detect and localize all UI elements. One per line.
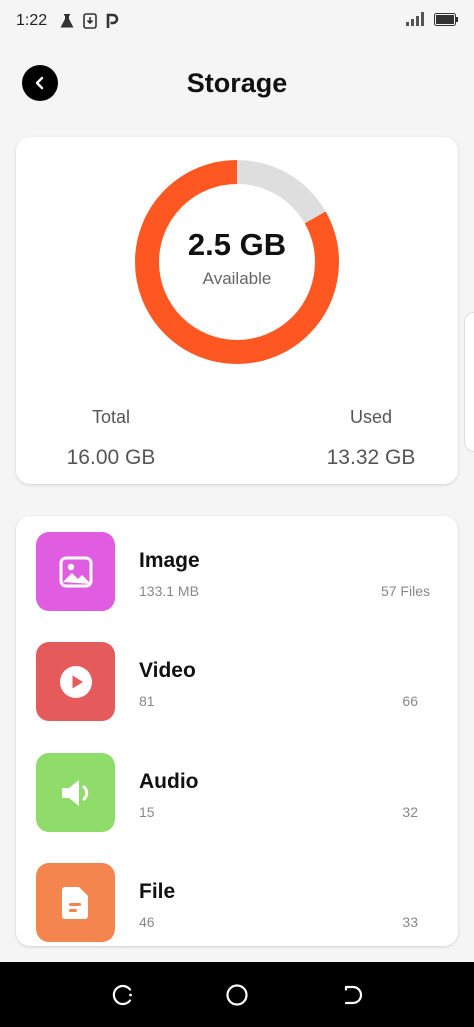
flask-icon [60, 14, 74, 28]
home-button[interactable] [224, 982, 250, 1008]
back-nav-icon [344, 985, 363, 1005]
category-icon-box [36, 863, 115, 942]
category-size: 46 [139, 914, 155, 930]
status-bar: 1:22 [0, 0, 474, 42]
category-row-audio[interactable]: Audio 15 32 [16, 753, 458, 833]
page-title: Storage [186, 68, 288, 98]
play-icon [59, 665, 92, 698]
category-name: Image [139, 549, 200, 572]
status-notification-icons [59, 13, 119, 29]
system-nav-bar [0, 962, 474, 1027]
category-name: File [139, 880, 176, 903]
used-label: Used [349, 407, 393, 427]
category-size: 81 [139, 693, 155, 709]
status-system-icons [406, 12, 458, 26]
recent-apps-icon [112, 984, 132, 1006]
total-value: 16.00 GB [66, 446, 156, 469]
category-count: 66 [402, 693, 418, 709]
category-row-video[interactable]: Video 81 66 [16, 642, 458, 722]
available-value: 2.5 GB [187, 227, 287, 262]
category-row-file[interactable]: File 46 33 [16, 863, 458, 943]
storage-overview-card: 2.5 GB Available Total 16.00 GB Used 13.… [16, 137, 458, 484]
category-count: 33 [402, 914, 418, 930]
category-name: Video [139, 659, 196, 682]
battery-icon [434, 12, 458, 26]
image-icon [59, 556, 92, 587]
side-drawer-handle[interactable] [464, 312, 474, 452]
total-label: Total [91, 407, 131, 427]
total-stat: Total 16.00 GB [56, 407, 166, 470]
used-stat: Used 13.32 GB [306, 407, 436, 470]
category-list-card: Image 133.1 MB 57 Files Video 81 66 Audi… [16, 516, 458, 946]
category-count: 32 [402, 804, 418, 820]
category-count: 57 Files [380, 583, 430, 599]
home-icon [226, 984, 248, 1006]
category-size: 15 [139, 804, 155, 820]
available-label: Available [202, 269, 272, 288]
download-icon [83, 13, 97, 29]
donut-center: 2.5 GB Available [132, 157, 342, 367]
storage-donut-chart: 2.5 GB Available [132, 157, 342, 367]
category-icon-box [36, 753, 115, 832]
recent-apps-button[interactable] [110, 982, 136, 1008]
category-icon-box [36, 532, 115, 611]
category-row-image[interactable]: Image 133.1 MB 57 Files [16, 532, 458, 612]
used-value: 13.32 GB [326, 446, 416, 469]
back-nav-button[interactable] [338, 982, 364, 1008]
parking-icon [106, 13, 119, 28]
status-time: 1:22 [16, 12, 48, 29]
app-header: Storage [0, 56, 474, 112]
signal-icon [406, 12, 424, 26]
category-name: Audio [139, 770, 199, 793]
category-size: 133.1 MB [139, 583, 199, 599]
speaker-icon [61, 779, 88, 806]
category-icon-box [36, 642, 115, 721]
document-icon [61, 886, 88, 919]
